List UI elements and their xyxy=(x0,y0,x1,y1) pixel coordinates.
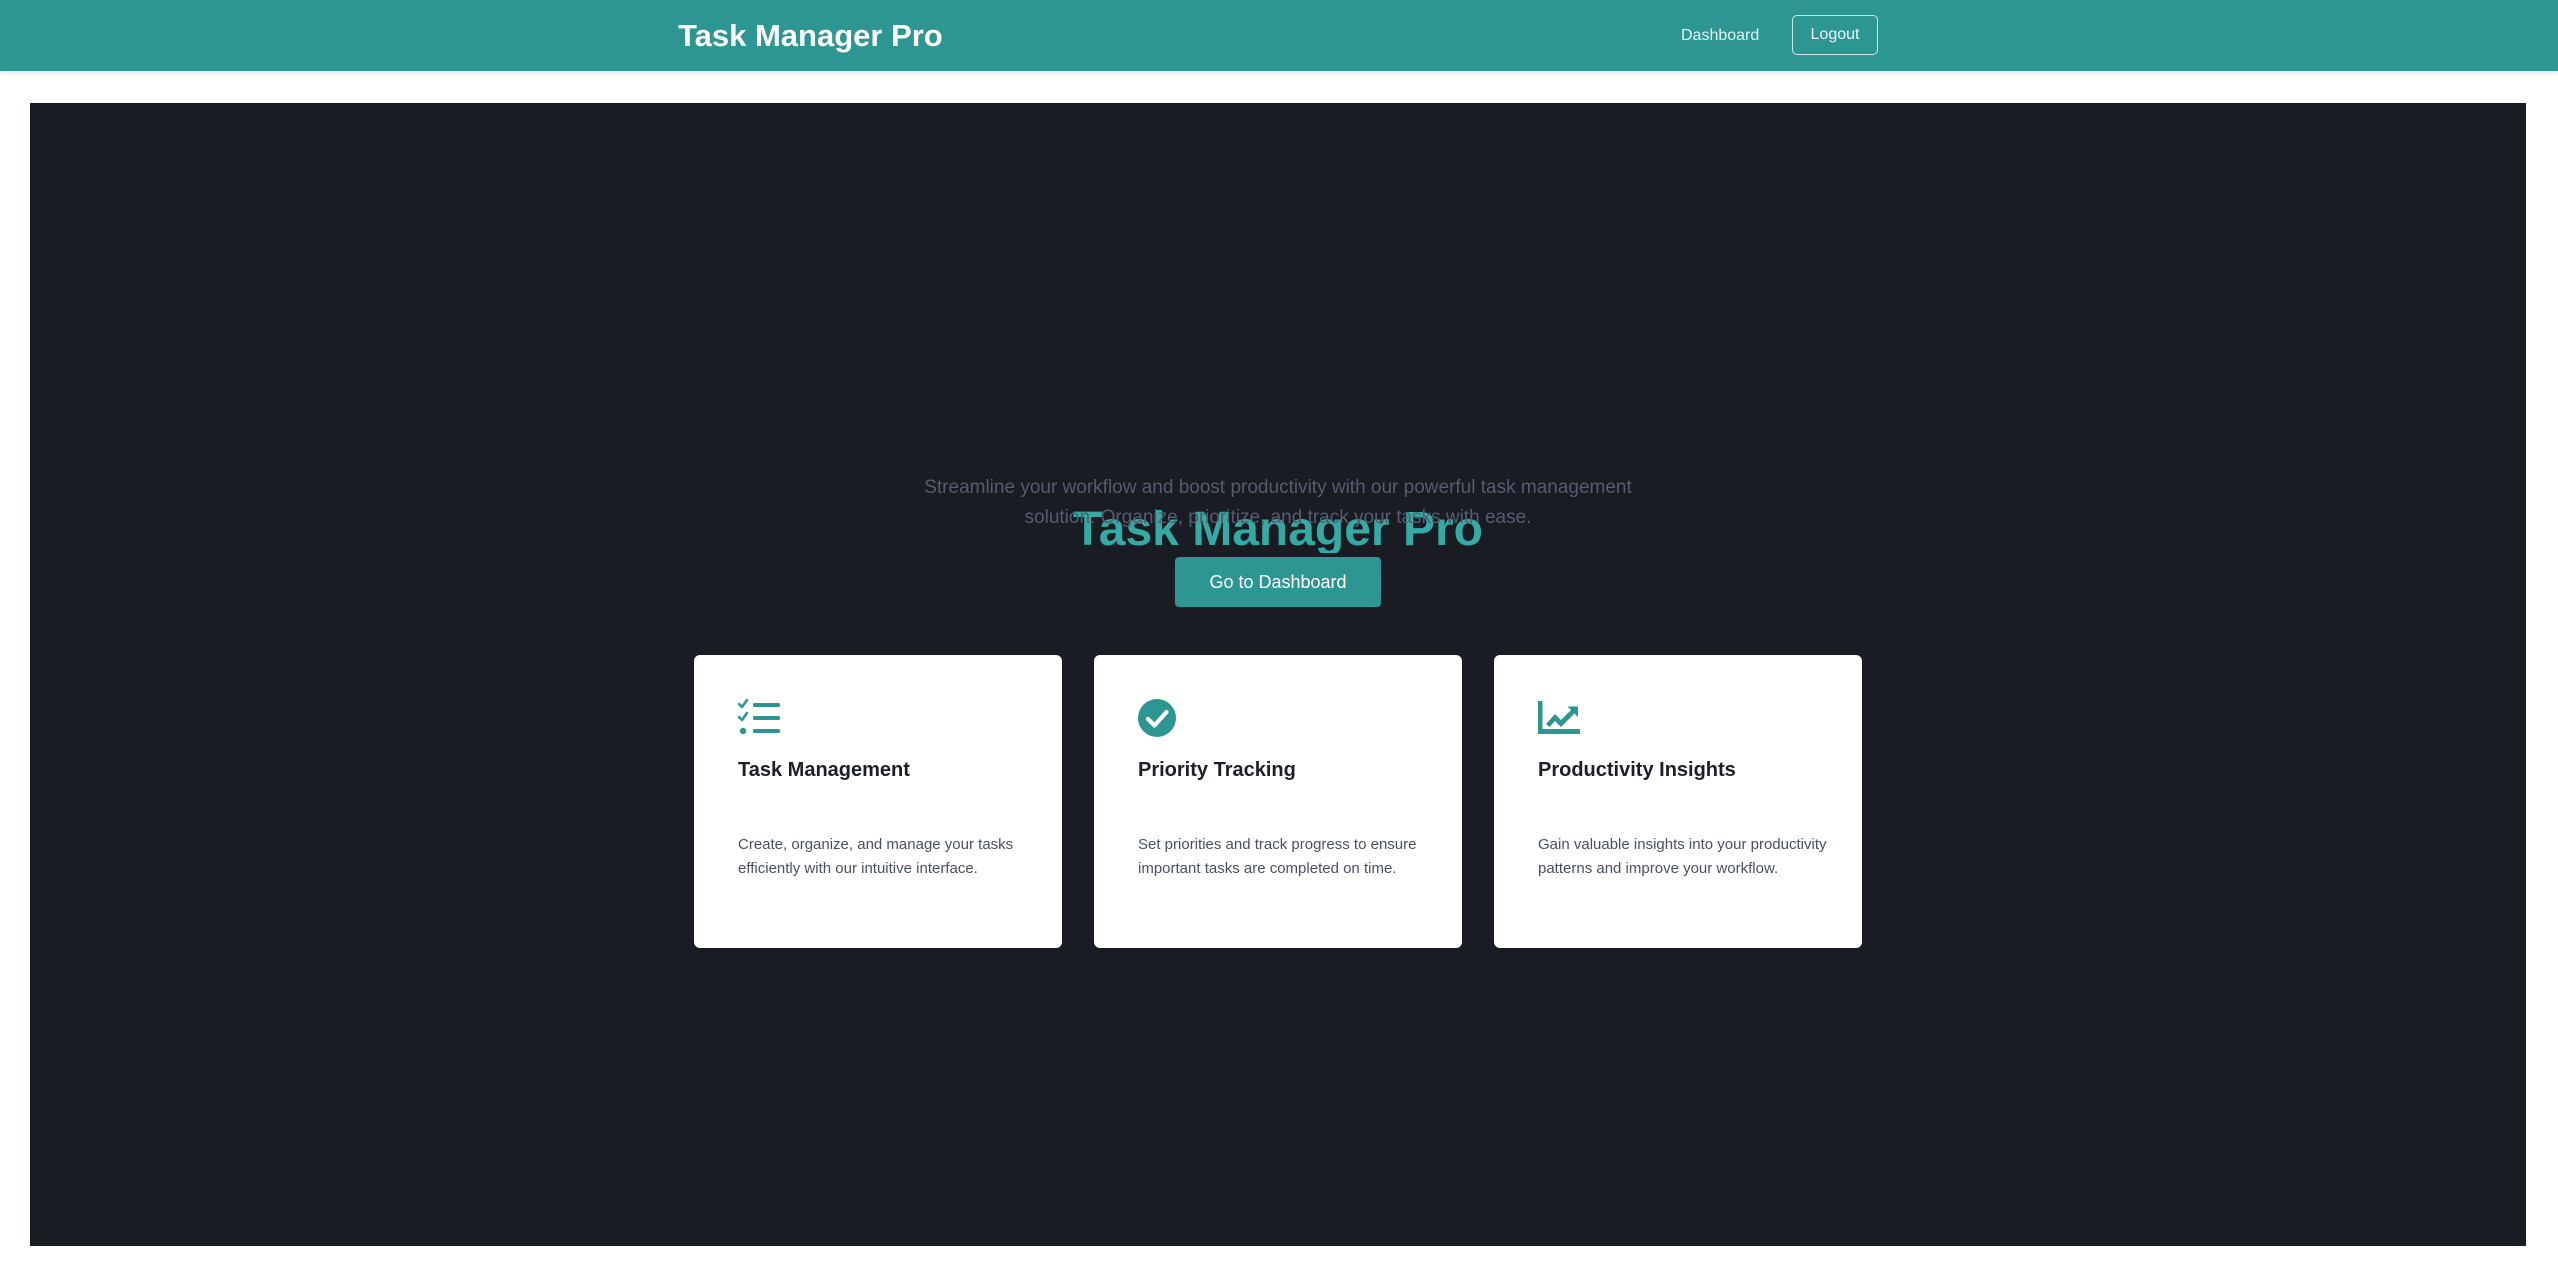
logout-button[interactable]: Logout xyxy=(1792,15,1878,55)
feature-card-productivity-insights: Productivity Insights Gain valuable insi… xyxy=(1494,655,1862,948)
feature-card-priority-tracking: Priority Tracking Set priorities and tra… xyxy=(1094,655,1462,948)
tasks-list-icon xyxy=(738,699,780,735)
feature-description: Create, organize, and manage your tasks … xyxy=(738,836,1014,877)
feature-title: Productivity Insights xyxy=(1538,759,1736,781)
feature-title: Priority Tracking xyxy=(1138,759,1296,781)
brand-logo[interactable]: Task Manager Pro xyxy=(678,16,943,56)
hero-subtitle: Streamline your workflow and boost produ… xyxy=(924,477,1632,528)
go-to-dashboard-button[interactable]: Go to Dashboard xyxy=(1175,557,1381,607)
nav-dashboard-link[interactable]: Dashboard xyxy=(1681,22,1759,50)
chart-line-icon xyxy=(1538,701,1580,734)
hero-section: Task Manager Pro Streamline your workflo… xyxy=(30,103,2526,1246)
check-circle-icon xyxy=(1138,699,1176,737)
feature-description: Gain valuable insights into your product… xyxy=(1538,836,1827,877)
feature-description: Set priorities and track progress to ens… xyxy=(1138,836,1417,877)
feature-card-task-management: Task Management Create, organize, and ma… xyxy=(694,655,1062,948)
navbar: Task Manager Pro Dashboard Logout xyxy=(0,0,2558,71)
feature-title: Task Management xyxy=(738,759,910,781)
